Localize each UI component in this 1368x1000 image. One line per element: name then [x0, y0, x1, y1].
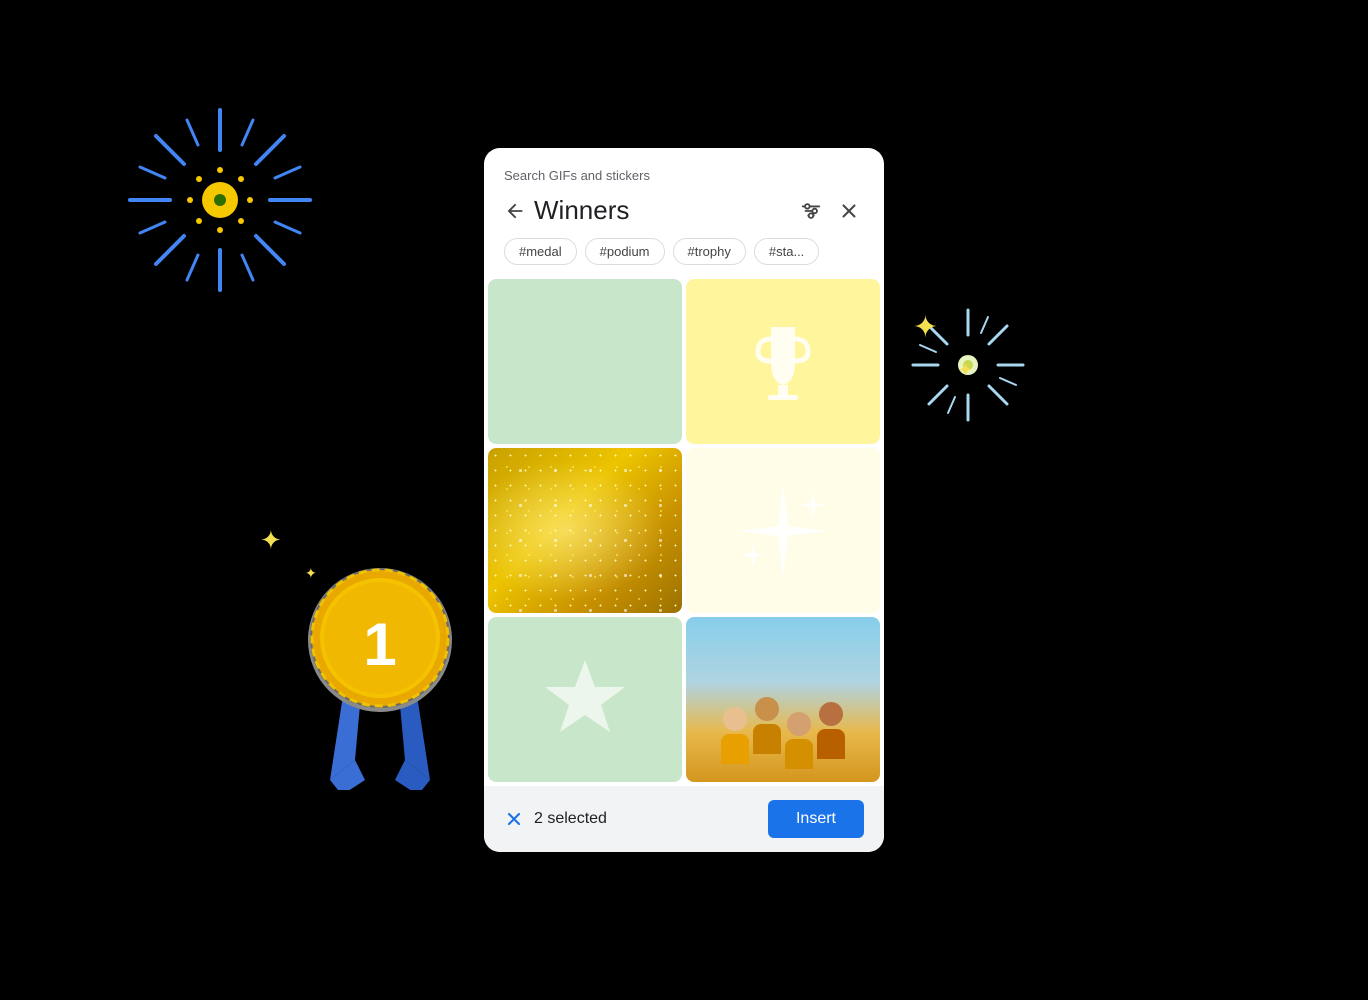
search-label: Search GIFs and stickers — [484, 148, 884, 191]
sparkle-large-right: ✦ — [913, 310, 938, 345]
page-title: Winners — [534, 195, 788, 226]
tag-star[interactable]: #sta... — [754, 238, 819, 265]
gif-item-3[interactable] — [488, 448, 682, 613]
filter-button[interactable] — [796, 196, 826, 226]
person-3 — [785, 712, 813, 769]
gif-item-2[interactable] — [686, 279, 880, 444]
bottom-bar: 2 selected Insert — [484, 786, 884, 852]
star-svg — [535, 650, 635, 750]
clear-selection-button[interactable] — [504, 809, 524, 829]
tag-podium[interactable]: #podium — [585, 238, 665, 265]
sparkle-small-right: ✦ — [958, 360, 973, 381]
medal-decoration: 1 — [270, 510, 490, 790]
tag-trophy[interactable]: #trophy — [673, 238, 746, 265]
insert-button[interactable]: Insert — [768, 800, 864, 838]
trophy-svg — [743, 317, 823, 407]
gif-item-6[interactable] — [686, 617, 880, 782]
gif-grid — [484, 279, 884, 782]
person-2 — [753, 697, 781, 754]
tags-row: #medal #podium #trophy #sta... — [484, 238, 884, 279]
gif-item-4[interactable] — [686, 448, 880, 613]
gif-item-1[interactable] — [488, 279, 682, 444]
person-4 — [817, 702, 845, 759]
sparkles-svg — [723, 471, 843, 591]
title-row: Winners — [484, 191, 884, 238]
selected-info: 2 selected — [504, 809, 607, 829]
gif-sticker-dialog: Search GIFs and stickers Winners #med — [484, 148, 884, 852]
blue-firework-decoration — [100, 80, 340, 320]
person-1 — [721, 707, 749, 764]
tag-medal[interactable]: #medal — [504, 238, 577, 265]
close-button[interactable] — [834, 196, 864, 226]
back-button[interactable] — [504, 200, 526, 222]
selected-count: 2 selected — [534, 810, 607, 828]
gif-item-5[interactable] — [488, 617, 682, 782]
svg-text:1: 1 — [363, 611, 396, 678]
